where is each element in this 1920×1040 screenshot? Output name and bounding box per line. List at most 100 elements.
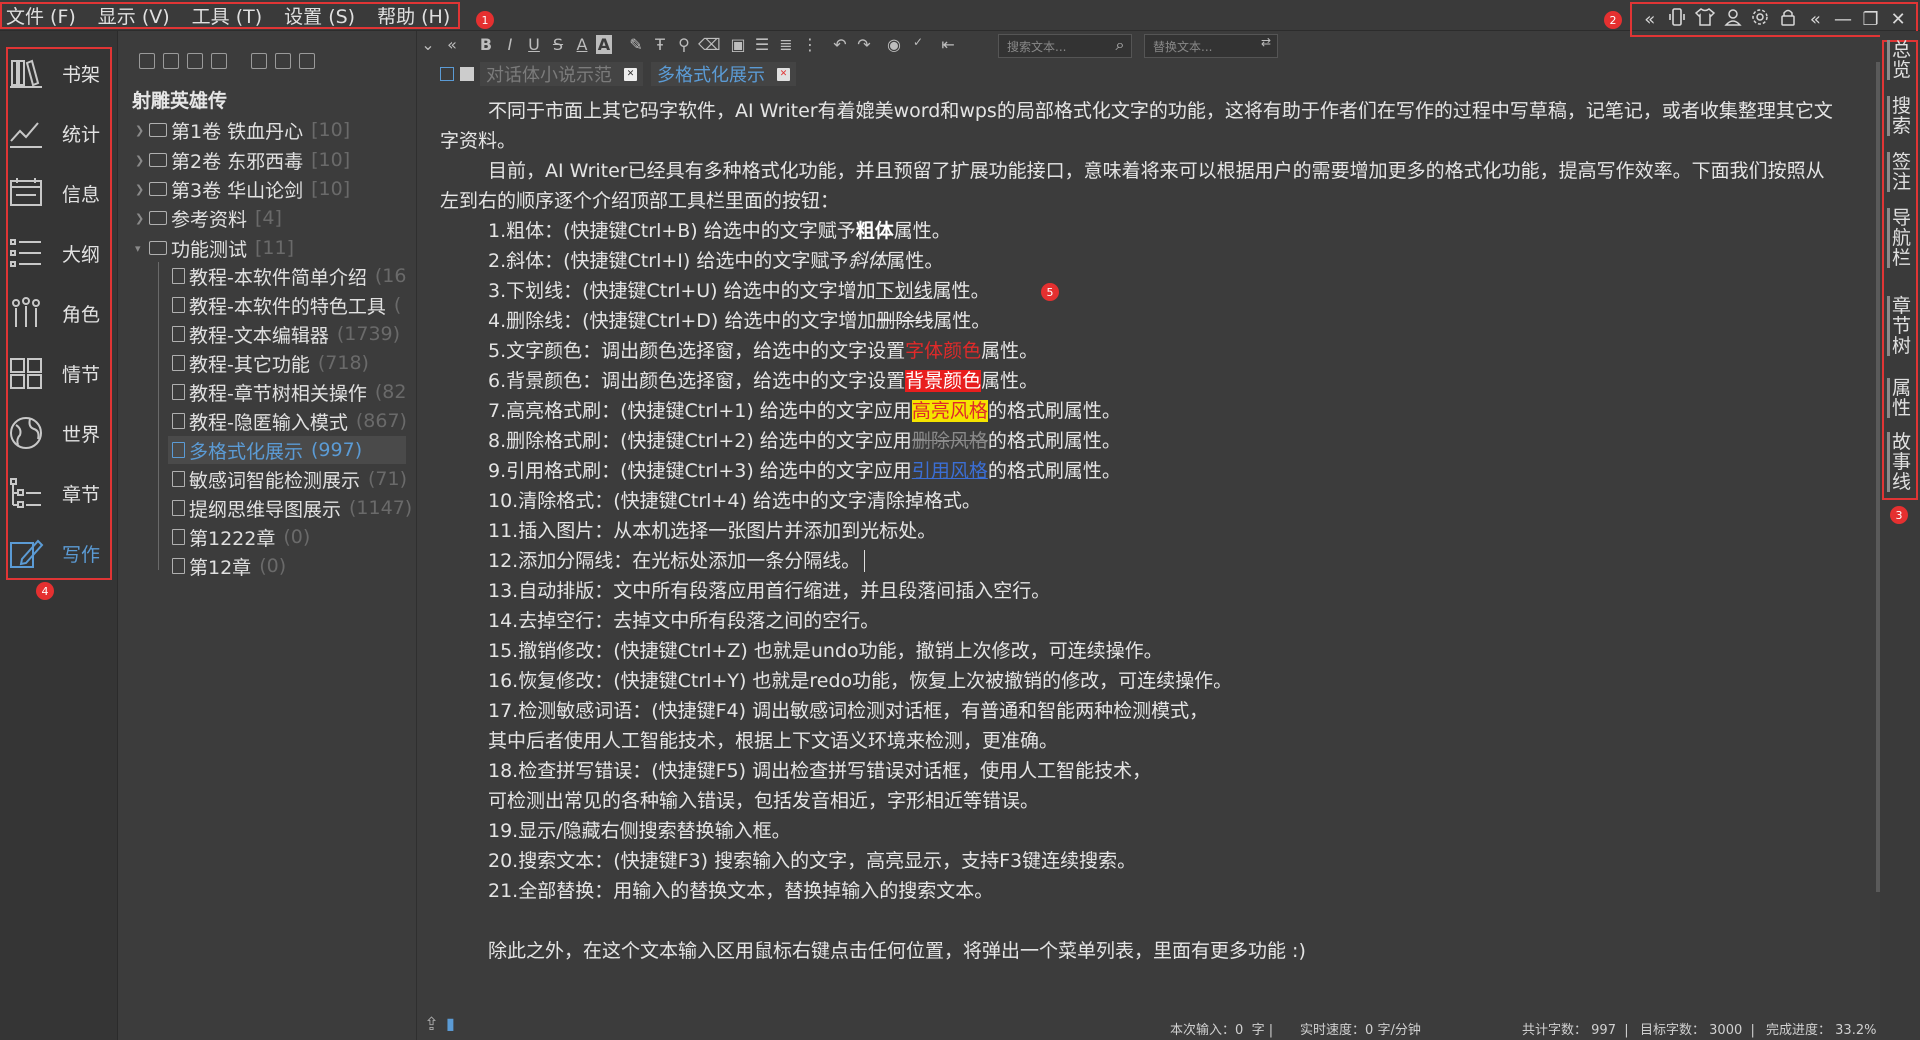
replace-all-icon[interactable]: ⇄ (1256, 35, 1276, 49)
rail-chapter-tree[interactable]: 章节树 (1887, 296, 1911, 356)
chevron-right-icon[interactable]: ❯ (135, 154, 149, 167)
strikethrough-icon[interactable]: S (548, 35, 568, 54)
background-colored-text: 背景颜色 (905, 370, 982, 392)
search-icon[interactable]: ⌕ (1110, 35, 1130, 55)
quote-brush-icon[interactable]: ⚲ (674, 35, 694, 54)
restore-icon[interactable]: ❐ (1859, 9, 1883, 30)
eraser-icon[interactable]: ⌫ (698, 35, 721, 54)
close-icon[interactable]: ✕ (624, 67, 637, 81)
tab-dialogue-novel[interactable]: 对话体小说示范 ✕ (480, 62, 643, 86)
chevron-right-icon[interactable]: ❯ (135, 183, 149, 196)
menu-file[interactable]: 文件 (F) (6, 2, 76, 29)
spellcheck-icon[interactable]: ✓ (908, 35, 928, 49)
text-editor[interactable]: 不同于市面上其它码字软件，AI Writer有着媲美word和wps的局部格式化… (440, 96, 1880, 976)
chevrons-left-icon[interactable]: « (442, 35, 462, 54)
nav-item-bookshelf[interactable]: 书架 (8, 48, 108, 98)
doc-count: (867) (355, 410, 407, 432)
chevron-down-icon[interactable]: ▾ (135, 242, 149, 255)
highlight-brush-icon[interactable]: ✎ (626, 35, 646, 54)
undo-icon[interactable]: ↶ (830, 35, 850, 54)
auto-format-icon[interactable]: ≣ (776, 35, 796, 54)
nav-item-chapters[interactable]: 章节 (8, 468, 108, 518)
tree-doc[interactable]: 教程-其它功能 (718) (172, 349, 369, 377)
new-volume-icon[interactable] (139, 53, 155, 69)
annotation-badge-3: 3 (1890, 506, 1908, 524)
user-icon[interactable] (1721, 8, 1745, 31)
font-color-icon[interactable]: A (572, 35, 592, 54)
italic-icon[interactable]: I (500, 35, 520, 54)
background-color-icon[interactable]: A (596, 35, 612, 54)
rail-storyline[interactable]: 故事线 (1887, 432, 1911, 492)
insert-image-icon[interactable]: ▣ (728, 35, 748, 54)
tree-doc[interactable]: 教程-本软件的特色工具 ( (172, 291, 401, 319)
lock-icon[interactable] (1776, 8, 1800, 31)
separator-icon[interactable]: ☰ (752, 35, 772, 54)
tree-folder[interactable]: ❯ 第3卷 华山论剑 [10] (135, 175, 350, 203)
text: 6.背景颜色：调出颜色选择窗，给选中的文字设置 (488, 370, 906, 392)
text: 的格式刷属性。 (987, 400, 1121, 422)
nav-item-write[interactable]: 写作 (8, 528, 108, 578)
redo-icon[interactable]: ↷ (854, 35, 874, 54)
settings-icon[interactable] (251, 53, 267, 69)
new-chapter-icon[interactable] (163, 53, 179, 69)
phone-icon[interactable] (1665, 8, 1689, 31)
sensitive-check-icon[interactable]: ◉ (884, 35, 904, 54)
tree-doc[interactable]: 教程-文本编辑器 (1739) (172, 320, 400, 348)
tree-doc[interactable]: 第12章 (0) (172, 552, 286, 580)
chevrons-left-icon[interactable]: « (1803, 9, 1827, 30)
mindmap-icon[interactable] (275, 53, 291, 69)
nav-item-characters[interactable]: 角色 (8, 288, 108, 338)
delete-icon[interactable] (211, 53, 227, 69)
rail-navigation[interactable]: 导航栏 (1887, 208, 1911, 268)
gear-icon[interactable] (1748, 8, 1772, 31)
tab-checkbox-icon[interactable] (440, 67, 454, 81)
tree-doc[interactable]: 教程-章节树相关操作 (82 (172, 378, 406, 406)
remove-blank-lines-icon[interactable]: ⋮ (800, 35, 820, 54)
delete-brush-icon[interactable]: Ŧ (650, 35, 670, 54)
minimize-icon[interactable]: — (1831, 9, 1855, 30)
collapse-icon[interactable] (187, 53, 203, 69)
chevron-right-icon[interactable]: ❯ (135, 124, 149, 137)
tab-multi-format[interactable]: 多格式化展示 ✕ (651, 62, 796, 86)
tree-doc[interactable]: 教程-本软件简单介绍 (16 (172, 262, 406, 290)
tree-folder[interactable]: ❯ 参考资料 [4] (135, 204, 282, 232)
shirt-icon[interactable] (1693, 8, 1717, 31)
menu-tools[interactable]: 工具 (T) (192, 2, 262, 29)
nav-item-plot[interactable]: 情节 (8, 348, 108, 398)
doc-label: 第1222章 (189, 527, 276, 550)
rail-notes[interactable]: 签注 (1887, 152, 1911, 192)
annotation-badge-2: 2 (1604, 11, 1622, 29)
close-icon[interactable]: ✕ (777, 67, 790, 81)
tree-doc[interactable]: 敏感词智能检测展示 (71) (172, 465, 407, 493)
tree-doc[interactable]: 第1222章 (0) (172, 523, 310, 551)
tree-folder[interactable]: ❯ 第2卷 东邪西毒 [10] (135, 146, 350, 174)
chevron-right-icon[interactable]: ❯ (135, 212, 149, 225)
rail-overview[interactable]: 总览 (1887, 40, 1911, 80)
tab-menu-icon[interactable] (460, 67, 474, 81)
tree-doc[interactable]: 提纲思维导图展示 (1147) (172, 494, 412, 522)
tree-folder-expanded[interactable]: ▾ 功能测试 [11] (135, 234, 294, 262)
toggle-search-icon[interactable]: ⇤ (938, 35, 958, 54)
nav-item-stats[interactable]: 统计 (8, 108, 108, 158)
tree-folder[interactable]: ❯ 第1卷 铁血丹心 [10] (135, 116, 350, 144)
tree-doc-selected[interactable]: 多格式化展示 (997) (168, 436, 406, 464)
bold-icon[interactable]: B (476, 35, 496, 54)
rail-properties[interactable]: 属性 (1887, 378, 1911, 418)
collapse-down-icon[interactable]: ⌄ (418, 35, 438, 54)
comment-icon[interactable] (299, 53, 315, 69)
menu-view[interactable]: 显示 (V) (98, 2, 170, 29)
slider-icon[interactable]: ▮ (446, 1014, 455, 1033)
menu-settings[interactable]: 设置 (S) (284, 2, 355, 29)
rail-search[interactable]: 搜索 (1887, 96, 1911, 136)
text: 的格式刷属性。 (987, 460, 1121, 482)
upload-icon[interactable]: ⇪ (424, 1014, 439, 1035)
tree-doc[interactable]: 教程-隐匿输入模式 (867) (172, 407, 407, 435)
highlighted-text: 高亮风格 (911, 400, 988, 422)
nav-item-info[interactable]: 信息 (8, 168, 108, 218)
close-icon[interactable]: ✕ (1886, 9, 1910, 30)
underline-icon[interactable]: U (524, 35, 544, 54)
nav-item-world[interactable]: 世界 (8, 408, 108, 458)
menu-help[interactable]: 帮助 (H) (377, 2, 450, 29)
nav-item-outline[interactable]: 大纲 (8, 228, 108, 278)
chevrons-left-icon[interactable]: « (1638, 9, 1662, 30)
